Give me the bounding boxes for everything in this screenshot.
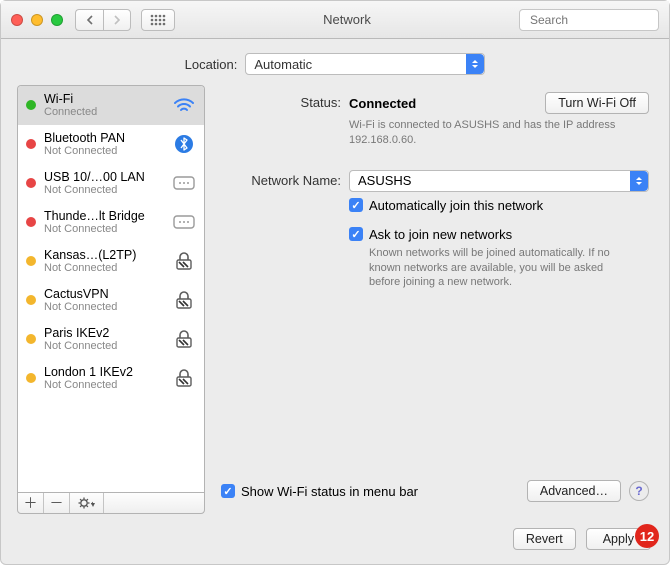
vpn-lock-icon bbox=[172, 330, 196, 348]
chevron-left-icon bbox=[86, 15, 94, 25]
service-name: Paris IKEv2 bbox=[44, 326, 164, 340]
network-name-select[interactable]: ASUSHS bbox=[349, 170, 649, 192]
ask-join-label: Ask to join new networks bbox=[369, 227, 512, 242]
footer: Revert Apply 12 bbox=[1, 520, 669, 564]
vpn-lock-icon bbox=[172, 252, 196, 270]
wifi-icon bbox=[172, 96, 196, 114]
network-name-value: ASUSHS bbox=[358, 173, 411, 188]
dropdown-arrows-icon bbox=[630, 171, 648, 191]
location-select[interactable]: Automatic bbox=[245, 53, 485, 75]
service-status: Not Connected bbox=[44, 262, 164, 274]
show-menubar-label: Show Wi-Fi status in menu bar bbox=[241, 484, 418, 499]
checkmark-icon: ✓ bbox=[349, 198, 363, 212]
status-dot-icon bbox=[26, 295, 36, 305]
add-service-button[interactable]: ＋ bbox=[18, 493, 44, 513]
location-label: Location: bbox=[185, 57, 238, 72]
ask-join-checkbox[interactable]: ✓ Ask to join new networks bbox=[349, 227, 649, 242]
service-item-wifi[interactable]: Wi-Fi Connected bbox=[18, 86, 204, 125]
minimize-window-button[interactable] bbox=[31, 14, 43, 26]
service-item-usb-lan[interactable]: USB 10/…00 LAN Not Connected bbox=[18, 164, 204, 203]
service-item-vpn-kansas[interactable]: Kansas…(L2TP) Not Connected bbox=[18, 242, 204, 281]
service-status: Not Connected bbox=[44, 301, 164, 313]
turn-wifi-off-button[interactable]: Turn Wi-Fi Off bbox=[545, 92, 649, 114]
service-status: Not Connected bbox=[44, 223, 164, 235]
titlebar: Network bbox=[1, 1, 669, 39]
service-name: London 1 IKEv2 bbox=[44, 365, 164, 379]
service-item-bluetooth[interactable]: Bluetooth PAN Not Connected bbox=[18, 125, 204, 164]
status-value: Connected bbox=[349, 96, 416, 111]
revert-button[interactable]: Revert bbox=[513, 528, 576, 550]
forward-button[interactable] bbox=[103, 9, 131, 31]
service-name: Thunde…lt Bridge bbox=[44, 209, 164, 223]
show-all-button[interactable] bbox=[141, 9, 175, 31]
remove-service-button[interactable]: － bbox=[44, 493, 70, 513]
service-list: Wi-Fi Connected Bluetooth PAN Not Connec… bbox=[17, 85, 205, 492]
service-item-vpn-cactus[interactable]: CactusVPN Not Connected bbox=[18, 281, 204, 320]
advanced-button[interactable]: Advanced… bbox=[527, 480, 621, 502]
status-description: Wi-Fi is connected to ASUSHS and has the… bbox=[349, 118, 629, 148]
dropdown-arrows-icon bbox=[466, 54, 484, 74]
service-item-vpn-paris[interactable]: Paris IKEv2 Not Connected bbox=[18, 320, 204, 359]
status-dot-icon bbox=[26, 256, 36, 266]
service-actions-menu[interactable] bbox=[70, 493, 104, 513]
help-button[interactable]: ? bbox=[629, 481, 649, 501]
search-field[interactable] bbox=[519, 9, 659, 31]
zoom-window-button[interactable] bbox=[51, 14, 63, 26]
show-menubar-checkbox[interactable]: ✓ Show Wi-Fi status in menu bar bbox=[221, 484, 418, 499]
detail-panel: Status: Connected Turn Wi-Fi Off Wi-Fi i… bbox=[217, 85, 653, 514]
ask-join-description: Known networks will be joined automatica… bbox=[349, 246, 629, 291]
vpn-lock-icon bbox=[172, 369, 196, 387]
nav-buttons bbox=[75, 9, 131, 31]
status-dot-icon bbox=[26, 334, 36, 344]
close-window-button[interactable] bbox=[11, 14, 23, 26]
service-item-vpn-london[interactable]: London 1 IKEv2 Not Connected bbox=[18, 359, 204, 398]
service-name: Bluetooth PAN bbox=[44, 131, 164, 145]
step-badge: 12 bbox=[635, 524, 659, 548]
auto-join-label: Automatically join this network bbox=[369, 198, 543, 213]
service-name: CactusVPN bbox=[44, 287, 164, 301]
grid-icon bbox=[150, 14, 166, 26]
gear-icon bbox=[78, 497, 96, 509]
content-area: Wi-Fi Connected Bluetooth PAN Not Connec… bbox=[1, 85, 669, 520]
vpn-lock-icon bbox=[172, 291, 196, 309]
service-status: Connected bbox=[44, 106, 164, 118]
checkmark-icon: ✓ bbox=[349, 227, 363, 241]
window-title: Network bbox=[175, 12, 519, 27]
status-label: Status: bbox=[221, 92, 349, 148]
service-name: USB 10/…00 LAN bbox=[44, 170, 164, 184]
status-dot-icon bbox=[26, 100, 36, 110]
sidebar-footer: ＋ － bbox=[17, 492, 205, 514]
service-status: Not Connected bbox=[44, 340, 164, 352]
auto-join-checkbox[interactable]: ✓ Automatically join this network bbox=[349, 198, 649, 213]
status-dot-icon bbox=[26, 178, 36, 188]
bluetooth-icon bbox=[172, 135, 196, 153]
status-dot-icon bbox=[26, 217, 36, 227]
service-item-thunderbolt[interactable]: Thunde…lt Bridge Not Connected bbox=[18, 203, 204, 242]
chevron-right-icon bbox=[113, 15, 121, 25]
network-name-label: Network Name: bbox=[221, 170, 349, 192]
back-button[interactable] bbox=[75, 9, 103, 31]
ethernet-icon bbox=[172, 213, 196, 231]
ethernet-icon bbox=[172, 174, 196, 192]
status-dot-icon bbox=[26, 139, 36, 149]
service-status: Not Connected bbox=[44, 145, 164, 157]
service-name: Wi-Fi bbox=[44, 92, 164, 106]
search-input[interactable] bbox=[530, 13, 670, 27]
service-name: Kansas…(L2TP) bbox=[44, 248, 164, 262]
service-status: Not Connected bbox=[44, 379, 164, 391]
network-prefs-window: Network Location: Automatic Wi-Fi Connec… bbox=[0, 0, 670, 565]
location-value: Automatic bbox=[254, 57, 312, 72]
checkmark-icon: ✓ bbox=[221, 484, 235, 498]
service-status: Not Connected bbox=[44, 184, 164, 196]
location-row: Location: Automatic bbox=[1, 39, 669, 85]
window-controls bbox=[11, 14, 63, 26]
status-dot-icon bbox=[26, 373, 36, 383]
sidebar: Wi-Fi Connected Bluetooth PAN Not Connec… bbox=[17, 85, 205, 514]
